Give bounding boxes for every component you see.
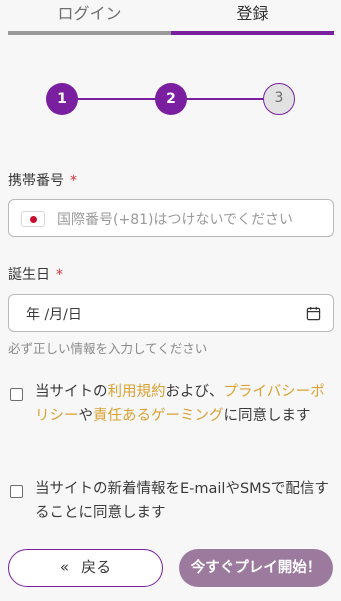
phone-input[interactable]: 国際番号(+81)はつけないでください (8, 199, 334, 237)
terms-middle-1: および、 (165, 384, 224, 400)
terms-prefix: 当サイトの (35, 384, 108, 400)
required-mark: * (70, 173, 77, 189)
required-mark: * (56, 267, 63, 283)
birthday-label-text: 誕生日 (8, 267, 50, 283)
progress-stepper: 1 2 3 (0, 80, 341, 120)
terms-suffix: に同意します (223, 408, 311, 424)
phone-label: 携帯番号 * (8, 170, 77, 190)
birthday-hint: 必ず正しい情報を入力してください (8, 341, 208, 356)
flag-red-circle (30, 216, 37, 223)
back-button[interactable]: « 戻る (8, 549, 163, 587)
step-connector-2 (186, 98, 264, 100)
step-2-indicator: 2 (155, 83, 187, 115)
terms-consent-row: 当サイトの利用規約および、プライバシーポリシーや責任あるゲーミングに同意します (8, 380, 334, 452)
terms-checkbox[interactable] (10, 388, 23, 401)
step-connector-1 (78, 98, 156, 100)
tab-register-underline (171, 31, 334, 35)
tab-login-underline (8, 31, 171, 35)
terms-text: 当サイトの利用規約および、プライバシーポリシーや責任あるゲーミングに同意します (35, 380, 335, 428)
birthday-value: 年 /月/日 (26, 307, 82, 323)
terms-of-use-link[interactable]: 利用規約 (108, 384, 166, 400)
birthday-date-input[interactable]: 年 /月/日 (8, 294, 334, 332)
responsible-gaming-link[interactable]: 責任あるゲーミング (93, 408, 224, 424)
calendar-icon[interactable] (306, 306, 321, 321)
terms-middle-2: や (78, 408, 94, 424)
tab-register-label: 登録 (236, 4, 269, 23)
phone-placeholder: 国際番号(+81)はつけないでください (57, 212, 294, 228)
auth-tabs: ログイン 登録 (8, 0, 334, 36)
newsletter-text: 当サイトの新着情報をE-mailやSMSで配信することに同意します (35, 481, 329, 521)
tab-register[interactable]: 登録 (171, 0, 334, 36)
tab-login-label: ログイン (57, 4, 122, 23)
start-playing-button[interactable]: 今すぐプレイ開始！ (179, 549, 333, 587)
step-1-indicator: 1 (46, 83, 78, 115)
double-chevron-left-icon: « (59, 558, 70, 576)
phone-label-text: 携帯番号 (8, 173, 64, 189)
newsletter-consent-row: 当サイトの新着情報をE-mailやSMSで配信することに同意します (8, 477, 334, 527)
tab-login[interactable]: ログイン (8, 0, 171, 36)
back-button-label: 戻る (81, 558, 112, 576)
birthday-label: 誕生日 * (8, 264, 63, 284)
step-3-indicator: 3 (263, 83, 295, 115)
newsletter-checkbox[interactable] (10, 485, 23, 498)
japan-flag-icon[interactable] (21, 211, 45, 227)
